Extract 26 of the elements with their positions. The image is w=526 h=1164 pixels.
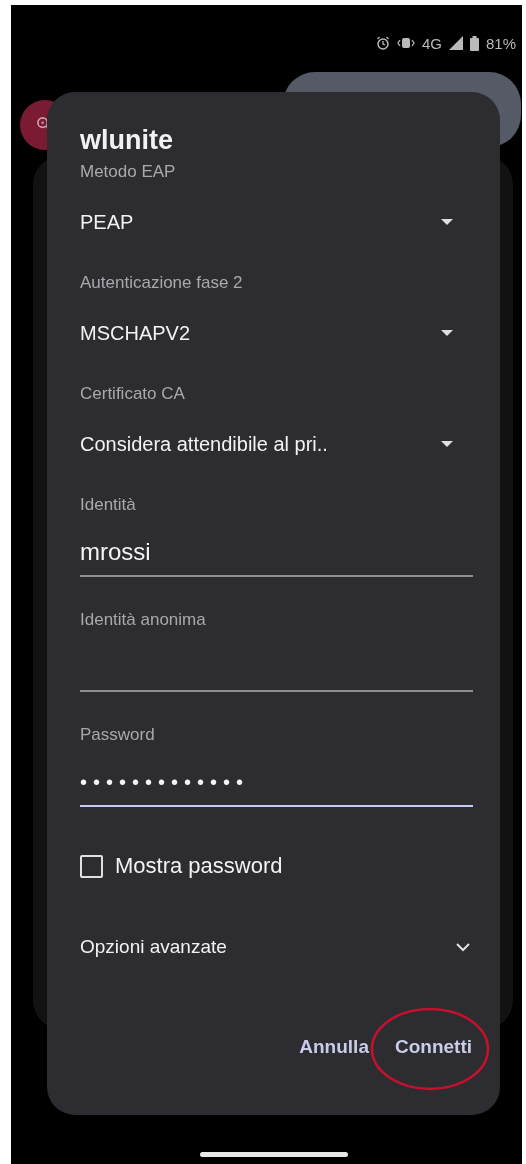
- password-field[interactable]: •••••••••••••: [80, 767, 473, 807]
- dropdown[interactable]: PEAP: [80, 210, 473, 234]
- dropdown-arrow-icon: [441, 441, 453, 447]
- dialog-button[interactable]: Annulla: [291, 1028, 377, 1066]
- vibrate-icon: [396, 37, 415, 49]
- dropdown-arrow-icon: [441, 330, 453, 336]
- advanced-options-label[interactable]: Opzioni avanzate: [80, 936, 227, 958]
- network-type: 4G: [421, 34, 442, 52]
- field-label: Password: [80, 724, 156, 746]
- field-label: Autenticazione fase 2: [80, 272, 244, 294]
- field-label: Identità anonima: [80, 609, 207, 631]
- dialog-title: wlunite: [80, 124, 174, 156]
- chevron-icon[interactable]: [456, 942, 470, 952]
- input-field[interactable]: mrossi: [80, 537, 473, 577]
- dropdown[interactable]: Considera attendibile al pri..: [80, 432, 473, 456]
- checkbox[interactable]: [80, 854, 103, 878]
- field-label: Certificato CA: [80, 383, 186, 405]
- battery-icon: [469, 35, 479, 51]
- battery-percentage: 81%: [485, 34, 516, 52]
- dropdown-arrow-icon: [441, 219, 453, 225]
- field-label: Identità: [80, 494, 137, 516]
- dropdown[interactable]: MSCHAPV2: [80, 321, 473, 345]
- signal-icon: [448, 36, 463, 50]
- alarm-icon: [375, 36, 390, 50]
- field-label: Metodo EAP: [80, 161, 177, 183]
- checkbox-label: Mostra password: [115, 853, 283, 879]
